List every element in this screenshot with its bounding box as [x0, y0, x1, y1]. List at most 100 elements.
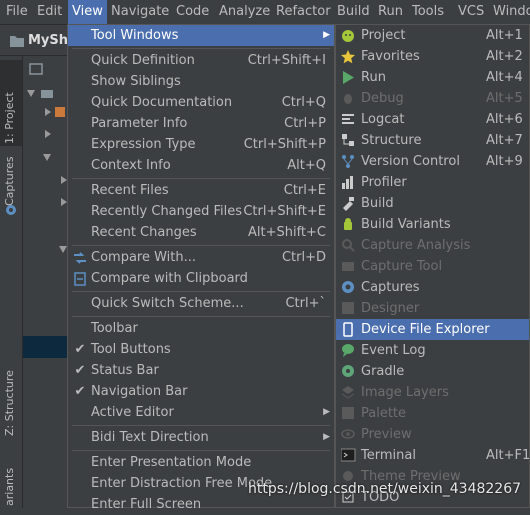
star-icon: [341, 50, 355, 64]
designer-icon: [342, 302, 354, 314]
logcat-icon: [342, 114, 354, 124]
menu-item-tool-buttons[interactable]: ✔ Tool Buttons: [68, 339, 334, 360]
device-icon: [343, 322, 353, 337]
preview-eye-icon: [341, 429, 355, 439]
tool-windows-submenu: Project Alt+1 Favorites Alt+2 Run Alt+4 Deb…: [335, 24, 530, 508]
tab-build-variants[interactable]: ariants: [3, 468, 16, 506]
menu-view[interactable]: View: [68, 0, 107, 24]
checkmark-icon: ✔: [74, 384, 86, 399]
profiler-icon: [342, 176, 353, 189]
menu-separator: [72, 245, 330, 246]
menu-item-quick-definition[interactable]: Quick Definition Ctrl+Shift+I: [68, 50, 334, 71]
captures-icon: [342, 281, 354, 293]
menu-item-compare-with-clipboard[interactable]: Compare with Clipboard: [68, 268, 334, 289]
menu-separator: [72, 425, 330, 426]
menu-analyze[interactable]: Analyze: [215, 0, 274, 24]
folder-icon: [10, 36, 24, 47]
left-tool-strip: 1: Project Captures Z: Structure ariants: [0, 56, 23, 508]
view-menu: Tool Windows ▶ Quick Definition Ctrl+Shift…: [67, 24, 335, 512]
debug-icon: [344, 94, 352, 104]
tool-window-event-log[interactable]: Event Log: [336, 340, 529, 361]
menu-file[interactable]: File: [2, 0, 32, 24]
menu-item-bidi-text-direction[interactable]: Bidi Text Direction ▶: [68, 427, 334, 448]
menu-vcs[interactable]: VCS: [454, 0, 488, 24]
tool-window-favorites[interactable]: Favorites Alt+2: [336, 46, 529, 67]
run-icon: [343, 71, 354, 84]
tool-window-build-variants[interactable]: Build Variants: [336, 214, 529, 235]
menu-item-toolbar[interactable]: Toolbar: [68, 318, 334, 339]
android-icon: [342, 30, 354, 42]
menu-code[interactable]: Code: [172, 0, 213, 24]
menu-item-parameter-info[interactable]: Parameter Info Ctrl+P: [68, 113, 334, 134]
tool-window-preview: Preview: [336, 424, 529, 445]
tool-window-run[interactable]: Run Alt+4: [336, 67, 529, 88]
menu-tools[interactable]: Tools: [408, 0, 448, 24]
tool-window-capture-analysis: Capture Analysis: [336, 235, 529, 256]
tool-window-terminal[interactable]: TerminalAlt+F12: [336, 445, 530, 466]
tool-window-profiler[interactable]: Profiler: [336, 172, 529, 193]
menu-item-recent-changes[interactable]: Recent Changes Alt+Shift+C: [68, 222, 334, 243]
menu-item-compare-with[interactable]: Compare With... Ctrl+D: [68, 247, 334, 268]
panel-view-icon[interactable]: [29, 62, 43, 76]
build-variants-icon: [344, 218, 352, 230]
menu-refactor[interactable]: Refactor: [272, 0, 335, 24]
tool-window-capture-tool: Capture Tool: [336, 256, 529, 277]
menu-item-full-screen[interactable]: Enter Full Screen: [68, 494, 334, 515]
menu-item-navigation-bar[interactable]: ✔ Navigation Bar: [68, 381, 334, 402]
menu-item-presentation-mode[interactable]: Enter Presentation Mode: [68, 452, 334, 473]
menu-item-active-editor[interactable]: Active Editor ▶: [68, 402, 334, 423]
project-tree[interactable]: [27, 90, 67, 270]
menu-run[interactable]: Run: [374, 0, 407, 24]
clipboard-compare-icon: [72, 268, 88, 293]
tool-window-version-control[interactable]: Version Control Alt+9: [336, 151, 529, 172]
menu-separator: [72, 48, 330, 49]
menu-item-recent-files[interactable]: Recent Files Ctrl+E: [68, 180, 334, 201]
tab-project[interactable]: 1: Project: [3, 92, 16, 144]
checkmark-icon: ✔: [74, 342, 86, 357]
tool-window-logcat[interactable]: Logcat Alt+6: [336, 109, 529, 130]
palette-icon: [342, 407, 354, 419]
menu-item-status-bar[interactable]: ✔ Status Bar: [68, 360, 334, 381]
submenu-arrow-icon: ▶: [323, 30, 330, 40]
menu-window[interactable]: Windo: [489, 0, 530, 24]
tool-window-designer: Designer: [336, 298, 529, 319]
submenu-arrow-icon: ▶: [323, 407, 330, 417]
submenu-arrow-icon: ▶: [323, 432, 330, 442]
menu-item-show-siblings[interactable]: Show Siblings: [68, 71, 334, 92]
menu-separator: [72, 450, 330, 451]
checkmark-icon: ✔: [74, 363, 86, 378]
menu-separator: [72, 291, 330, 292]
menu-build[interactable]: Build: [333, 0, 374, 24]
watermark-url: https://blog.csdn.net/weixin_43482267: [248, 481, 522, 497]
menu-bar: File Edit View Navigate Code Analyze Ref…: [0, 0, 530, 25]
tool-window-project[interactable]: Project Alt+1: [336, 25, 529, 46]
gradle-icon: [342, 365, 354, 377]
menu-item-quick-documentation[interactable]: Quick Documentation Ctrl+Q: [68, 92, 334, 113]
menu-navigate[interactable]: Navigate: [107, 0, 173, 24]
menu-item-expression-type[interactable]: Expression Type Ctrl+Shift+P: [68, 134, 334, 155]
menu-separator: [72, 178, 330, 179]
tool-window-captures[interactable]: Captures: [336, 277, 529, 298]
selected-tree-row[interactable]: [23, 336, 68, 358]
menu-item-context-info[interactable]: Context Info Alt+Q: [68, 155, 334, 176]
tab-structure[interactable]: Z: Structure: [3, 370, 16, 436]
menu-item-recently-changed-files[interactable]: Recently Changed Files Ctrl+Shift+E: [68, 201, 334, 222]
tool-window-device-file-explorer[interactable]: Device File Explorer: [336, 319, 529, 340]
tool-window-debug: Debug Alt+5: [336, 88, 529, 109]
capture-tool-icon: [342, 262, 354, 271]
menu-separator: [72, 316, 330, 317]
image-layers-icon: [341, 386, 355, 399]
tool-window-structure[interactable]: Structure Alt+7: [336, 130, 529, 151]
menu-edit[interactable]: Edit: [33, 0, 66, 24]
tool-window-gradle[interactable]: Gradle: [336, 361, 529, 382]
terminal-icon: [341, 448, 356, 462]
tab-captures[interactable]: Captures: [3, 157, 16, 206]
menu-item-quick-switch-scheme[interactable]: Quick Switch Scheme... Ctrl+`: [68, 293, 334, 314]
structure-icon: [342, 134, 354, 146]
event-log-icon: [342, 344, 354, 357]
tool-window-palette: Palette: [336, 403, 529, 424]
menu-item-tool-windows[interactable]: Tool Windows ▶: [68, 25, 334, 46]
captures-icon[interactable]: [5, 204, 17, 216]
project-panel: [23, 56, 68, 508]
tool-window-build[interactable]: Build: [336, 193, 529, 214]
